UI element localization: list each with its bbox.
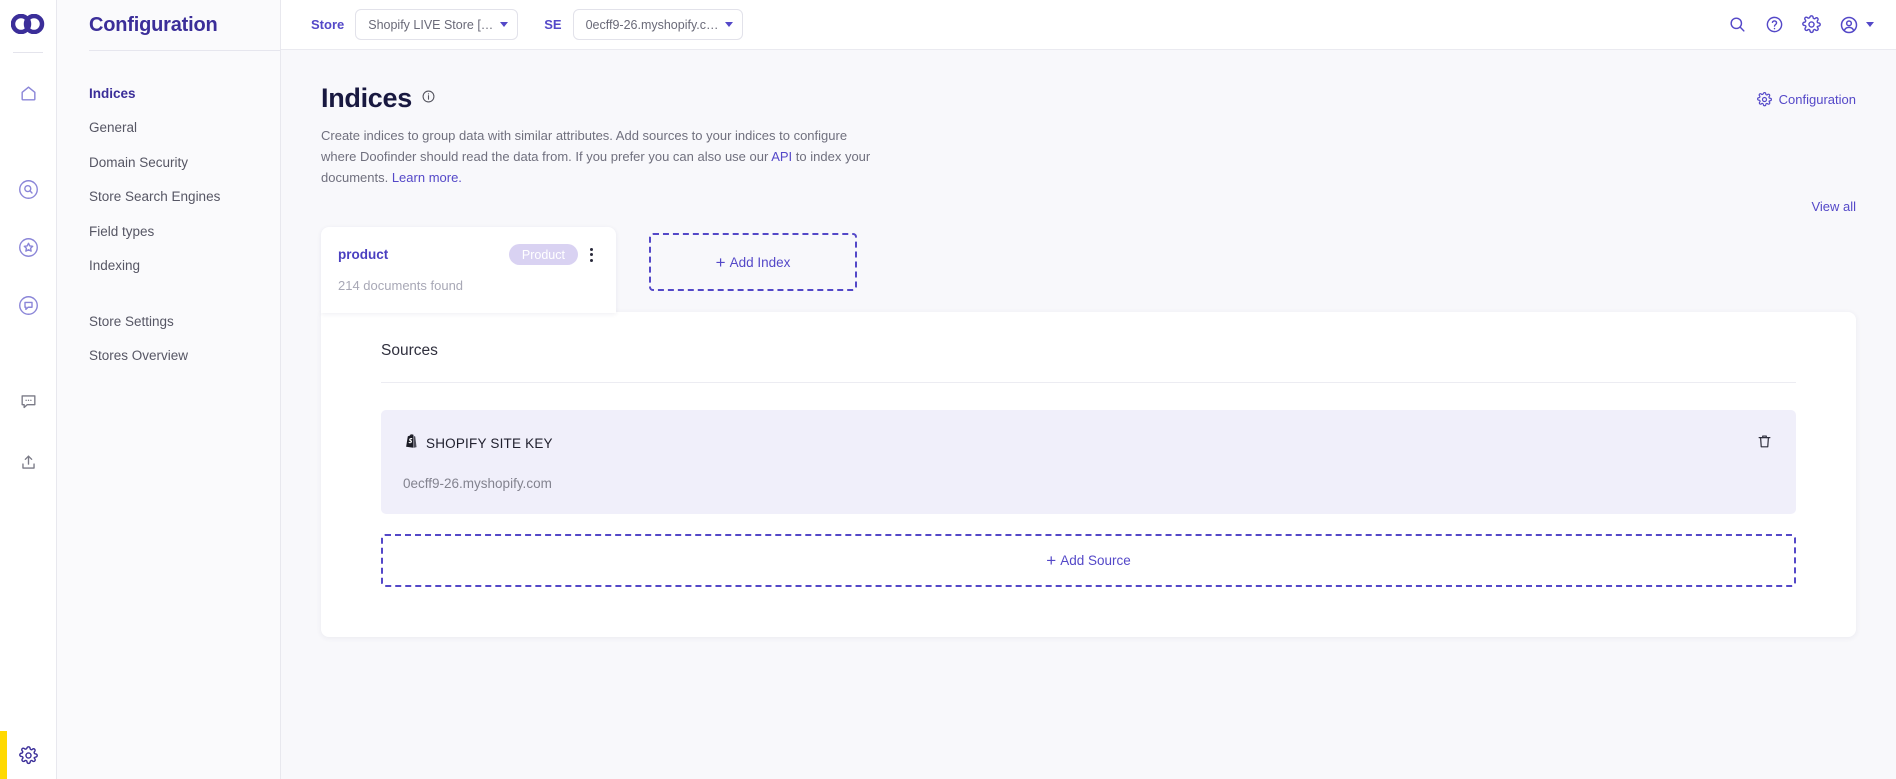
source-row-title: SHOPIFY SITE KEY	[426, 436, 553, 452]
source-row[interactable]: SHOPIFY SITE KEY 0ecff9-26.myshopify.com	[381, 410, 1796, 515]
se-selector-label: SE	[544, 17, 562, 32]
index-card-product[interactable]: product Product 214 documents found	[321, 227, 616, 314]
gear-icon	[19, 745, 38, 764]
source-row-header: SHOPIFY SITE KEY	[403, 433, 1756, 454]
sources-panel: Sources SHOPIFY SITE KEY 0ecff9-26.mysho…	[321, 312, 1856, 638]
sources-divider	[381, 382, 1796, 384]
search-icon[interactable]	[1728, 15, 1747, 34]
rail-item-conversations[interactable]	[0, 285, 57, 325]
rail-item-recommendations[interactable]	[0, 227, 57, 267]
gear-icon[interactable]	[1802, 15, 1821, 34]
api-link[interactable]: API	[771, 149, 792, 164]
page-title: Indices	[321, 83, 412, 113]
chevron-down-icon	[724, 22, 733, 27]
sources-title: Sources	[381, 342, 438, 360]
store-selector-label: Store	[311, 17, 345, 32]
index-card-documents: 214 documents found	[338, 278, 464, 294]
page-description-part1: Create indices to group data with simila…	[321, 128, 848, 165]
sidebar-nav: Indices General Domain Security Store Se…	[89, 51, 264, 373]
sidebar-item-indices[interactable]: Indices	[89, 76, 264, 111]
view-all-link[interactable]: View all	[1811, 199, 1856, 214]
doofinder-logo[interactable]	[10, 13, 45, 39]
source-row-value: 0ecff9-26.myshopify.com	[403, 476, 552, 492]
icon-rail	[0, 0, 57, 779]
trash-icon[interactable]	[1756, 433, 1773, 450]
account-menu[interactable]	[1839, 15, 1874, 35]
status-badge: Product	[508, 244, 578, 266]
sidebar-item-stores-overview[interactable]: Stores Overview	[89, 339, 264, 374]
configuration-link-label: Configuration	[1778, 92, 1856, 107]
sidebar-item-general[interactable]: General	[89, 111, 264, 146]
rail-item-messages[interactable]	[0, 381, 57, 421]
rail-item-configuration[interactable]	[0, 731, 57, 779]
indices-strip: product Product 214 documents found + Ad…	[321, 227, 1856, 314]
help-circle-icon[interactable]	[1765, 15, 1784, 34]
app-root: Configuration Indices General Domain Sec…	[0, 0, 1896, 779]
main-area: Store Shopify LIVE Store [DO N... SE 0ec…	[281, 0, 1896, 779]
info-circle-icon[interactable]	[422, 90, 435, 108]
page-content: Indices Create indices to group data wit…	[281, 50, 1896, 779]
se-selector-value: 0ecff9-26.myshopify.co...	[585, 17, 719, 32]
store-selector[interactable]: Shopify LIVE Store [DO N...	[355, 9, 519, 40]
sidebar-item-store-search-engines[interactable]: Store Search Engines	[89, 180, 264, 215]
sidebar-item-domain-security[interactable]: Domain Security	[89, 145, 264, 180]
index-card-header: product Product	[338, 244, 599, 266]
sidebar-title: Configuration	[89, 14, 218, 36]
sidebar-item-indexing[interactable]: Indexing	[89, 249, 264, 284]
index-card-name: product	[338, 247, 389, 263]
page-header-left: Indices Create indices to group data wit…	[321, 83, 1757, 188]
page-header: Indices Create indices to group data wit…	[321, 50, 1856, 188]
add-source-label: Add Source	[1060, 553, 1131, 569]
gear-icon	[1756, 92, 1772, 107]
account-circle-icon	[1840, 16, 1858, 33]
rail-items	[0, 53, 56, 482]
plus-icon: +	[1046, 551, 1057, 571]
sidebar-item-field-types[interactable]: Field types	[89, 214, 264, 249]
view-all-row: View all	[321, 199, 1856, 214]
page-title-row: Indices	[321, 83, 1757, 114]
rail-item-search[interactable]	[0, 169, 57, 209]
active-accent-bar	[0, 731, 7, 779]
se-selector[interactable]: 0ecff9-26.myshopify.co...	[572, 9, 743, 40]
chevron-down-icon	[500, 22, 509, 27]
shopify-bag-icon	[403, 433, 418, 454]
rail-item-upload[interactable]	[0, 442, 57, 482]
plus-icon: +	[715, 252, 726, 272]
topbar-icons	[1728, 15, 1874, 35]
source-row-body: SHOPIFY SITE KEY 0ecff9-26.myshopify.com	[403, 433, 1756, 491]
sidebar-item-store-settings[interactable]: Store Settings	[89, 304, 264, 339]
learn-more-link[interactable]: Learn more.	[392, 170, 462, 185]
topbar: Store Shopify LIVE Store [DO N... SE 0ec…	[281, 0, 1896, 50]
chevron-down-icon	[1866, 22, 1874, 27]
configuration-sidebar: Configuration Indices General Domain Sec…	[57, 0, 281, 779]
index-card-menu-button[interactable]	[583, 247, 599, 262]
configuration-link[interactable]: Configuration	[1756, 83, 1856, 107]
store-selector-value: Shopify LIVE Store [DO N...	[368, 17, 494, 32]
page-description: Create indices to group data with simila…	[321, 125, 881, 188]
add-index-button[interactable]: + Add Index	[649, 233, 857, 292]
rail-item-home[interactable]	[0, 73, 57, 113]
add-source-button[interactable]: + Add Source	[381, 534, 1796, 588]
add-index-label: Add Index	[729, 254, 791, 270]
